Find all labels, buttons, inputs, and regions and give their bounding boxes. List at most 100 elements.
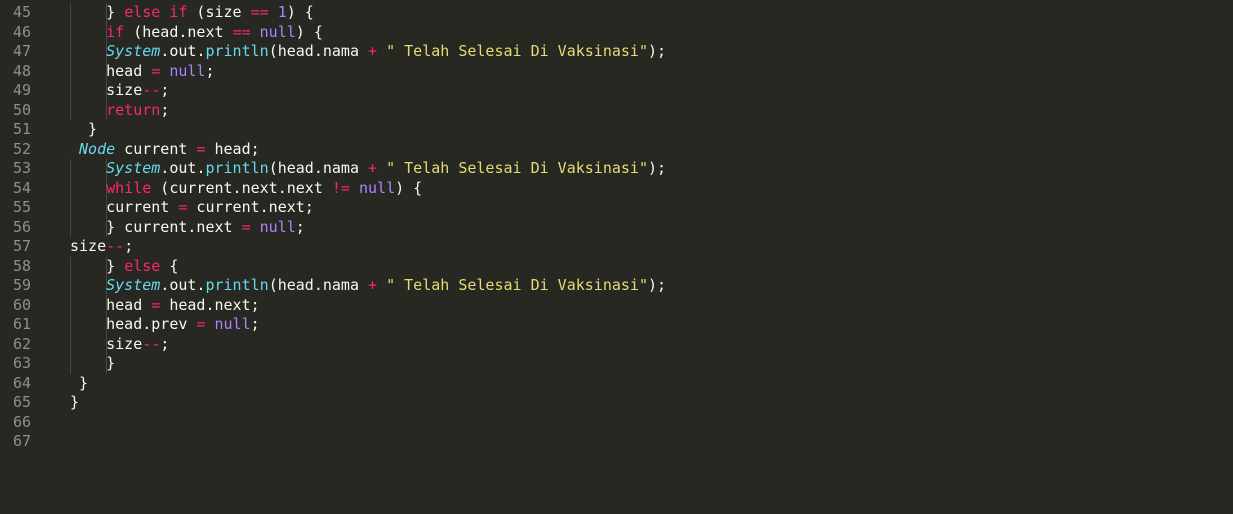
line-code[interactable]: }	[70, 120, 97, 140]
code-token: ==	[232, 22, 251, 41]
code-token: head.next;	[160, 295, 260, 314]
code-token: ;	[295, 217, 305, 236]
code-token: ) {	[395, 178, 423, 197]
code-line[interactable]: 51 }	[0, 120, 1233, 140]
line-code[interactable]: } current.next = null;	[70, 218, 305, 238]
code-editor[interactable]: 45 } else if (size == 1) {46 if (head.ne…	[0, 0, 1233, 514]
line-number: 51	[12, 120, 31, 138]
code-line[interactable]: 46 if (head.next == null) {	[0, 22, 1233, 43]
line-code[interactable]: }	[70, 393, 79, 413]
code-token: null	[259, 22, 296, 41]
code-token: }	[70, 120, 98, 138]
line-code[interactable]: } else {	[70, 257, 178, 277]
code-token: ;	[250, 315, 260, 333]
code-token: size	[106, 334, 143, 353]
code-token: " Telah Selesai Di Vaksinasi"	[386, 276, 648, 294]
code-token: !=	[331, 178, 350, 197]
code-token: current	[115, 139, 197, 158]
line-number: 45	[12, 3, 31, 21]
code-token: =	[241, 217, 251, 236]
code-token: --	[106, 237, 125, 255]
code-token: (current.next.next	[151, 178, 332, 197]
line-code[interactable]: size--;	[70, 237, 133, 257]
code-line[interactable]: 50 return;	[0, 100, 1233, 121]
code-token: head.prev	[106, 315, 197, 333]
line-code[interactable]: Node current = head;	[70, 140, 260, 160]
line-code[interactable]: if (head.next == null) {	[70, 23, 323, 43]
code-token: head	[106, 295, 152, 314]
code-token: --	[142, 81, 161, 99]
code-token: System	[106, 42, 161, 60]
code-line[interactable]: 53 System.out.println(head.nama + " Tela…	[0, 159, 1233, 179]
line-code[interactable]: current = current.next;	[70, 198, 314, 218]
line-number: 65	[12, 393, 31, 411]
code-token: null	[169, 61, 206, 80]
line-number: 46	[12, 22, 31, 41]
code-line[interactable]: 49 size--;	[0, 81, 1233, 101]
code-token: (size	[187, 3, 251, 21]
code-line[interactable]: 65}	[0, 393, 1233, 413]
line-code[interactable]: size--;	[70, 335, 169, 355]
code-token: ;	[160, 334, 170, 353]
code-line[interactable]: 56 } current.next = null;	[0, 217, 1233, 238]
code-token: +	[368, 42, 378, 60]
code-token: current.next;	[187, 198, 314, 216]
line-code[interactable]: return;	[70, 101, 169, 121]
code-line[interactable]: 58 } else {	[0, 256, 1233, 277]
code-token: --	[142, 334, 161, 353]
code-token: size	[70, 237, 107, 255]
line-code[interactable]: size--;	[70, 81, 169, 101]
code-token: 1	[277, 3, 287, 21]
line-code[interactable]: head = head.next;	[70, 296, 260, 316]
code-line[interactable]: 60 head = head.next;	[0, 295, 1233, 316]
code-token: +	[368, 276, 378, 294]
code-line[interactable]: 62 size--;	[0, 334, 1233, 355]
line-code[interactable]: }	[70, 354, 115, 374]
line-number: 52	[12, 139, 31, 158]
code-line[interactable]: 57 size--;	[0, 237, 1233, 257]
line-code[interactable]: } else if (size == 1) {	[70, 3, 314, 23]
code-token: } current.next	[106, 217, 242, 236]
code-line[interactable]: 55 current = current.next;	[0, 198, 1233, 218]
code-token: );	[648, 42, 667, 60]
code-token: if	[169, 3, 188, 21]
code-token: null	[259, 217, 296, 236]
code-token: =	[151, 295, 161, 314]
code-token: out	[169, 159, 197, 177]
code-line[interactable]: 61 head.prev = null;	[0, 315, 1233, 335]
code-line[interactable]: 47 System.out.println(head.nama + " Tela…	[0, 42, 1233, 62]
code-line[interactable]: 59 System.out.println(head.nama + " Tela…	[0, 276, 1233, 296]
code-line[interactable]: 63 }	[0, 354, 1233, 374]
code-line[interactable]: 54 while (current.next.next != null) {	[0, 178, 1233, 199]
code-line[interactable]: 45 } else if (size == 1) {	[0, 3, 1233, 23]
line-number: 64	[12, 373, 31, 392]
code-token: }	[106, 354, 116, 372]
line-code[interactable]: head = null;	[70, 61, 214, 82]
code-line[interactable]: 52 Node current = head;	[0, 140, 1233, 160]
code-token: size	[106, 81, 143, 99]
line-code[interactable]: System.out.println(head.nama + " Telah S…	[70, 42, 666, 62]
code-line[interactable]: 67	[0, 432, 1233, 452]
line-number: 47	[12, 42, 31, 60]
line-code[interactable]: while (current.next.next != null) {	[70, 179, 422, 199]
code-token: println	[205, 42, 269, 60]
line-code[interactable]: }	[70, 374, 88, 394]
code-token: (head.next	[124, 22, 233, 41]
code-line[interactable]: 64 }	[0, 374, 1233, 394]
code-token: (head.nama	[268, 276, 369, 294]
line-code[interactable]: System.out.println(head.nama + " Telah S…	[70, 159, 666, 179]
code-line[interactable]: 48 head = null;	[0, 61, 1233, 82]
code-line[interactable]: 66	[0, 413, 1233, 433]
line-code[interactable]: head.prev = null;	[70, 315, 260, 335]
line-code[interactable]: System.out.println(head.nama + " Telah S…	[70, 276, 666, 296]
